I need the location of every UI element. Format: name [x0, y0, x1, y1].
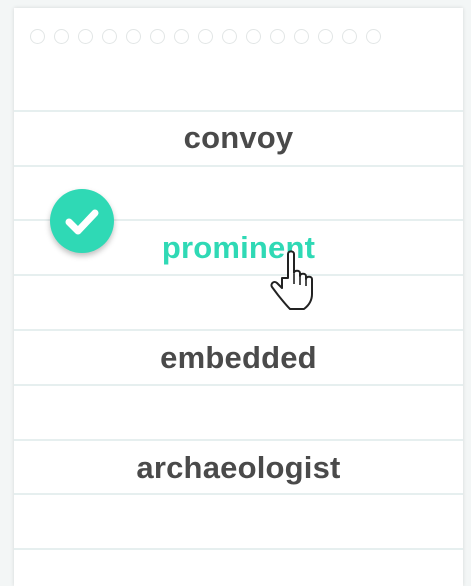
notebook-hole [30, 29, 45, 44]
notebook-hole [174, 29, 189, 44]
notebook-hole [78, 29, 93, 44]
hand-pointer-icon [266, 248, 326, 319]
ruled-line [14, 274, 463, 276]
notebook-hole [150, 29, 165, 44]
notebook-hole [366, 29, 381, 44]
notebook-holes [30, 29, 381, 44]
notebook-hole [54, 29, 69, 44]
checkmark-icon [65, 209, 99, 235]
notebook-hole [318, 29, 333, 44]
word-list-card: convoy prominent embedded archaeologist [14, 8, 463, 586]
ruled-line [14, 548, 463, 550]
checkmark-circle-icon [50, 189, 114, 253]
word-option-convoy[interactable]: convoy [14, 118, 463, 158]
notebook-hole [342, 29, 357, 44]
word-option-archaeologist[interactable]: archaeologist [14, 448, 463, 488]
notebook-hole [222, 29, 237, 44]
notebook-hole [294, 29, 309, 44]
notebook-hole [126, 29, 141, 44]
notebook-hole [102, 29, 117, 44]
ruled-line [14, 165, 463, 167]
word-option-embedded[interactable]: embedded [14, 338, 463, 378]
notebook-hole [246, 29, 261, 44]
ruled-line [14, 493, 463, 495]
ruled-line [14, 439, 463, 441]
notebook-hole [198, 29, 213, 44]
ruled-line [14, 384, 463, 386]
ruled-line [14, 110, 463, 112]
notebook-hole [270, 29, 285, 44]
ruled-line [14, 329, 463, 331]
